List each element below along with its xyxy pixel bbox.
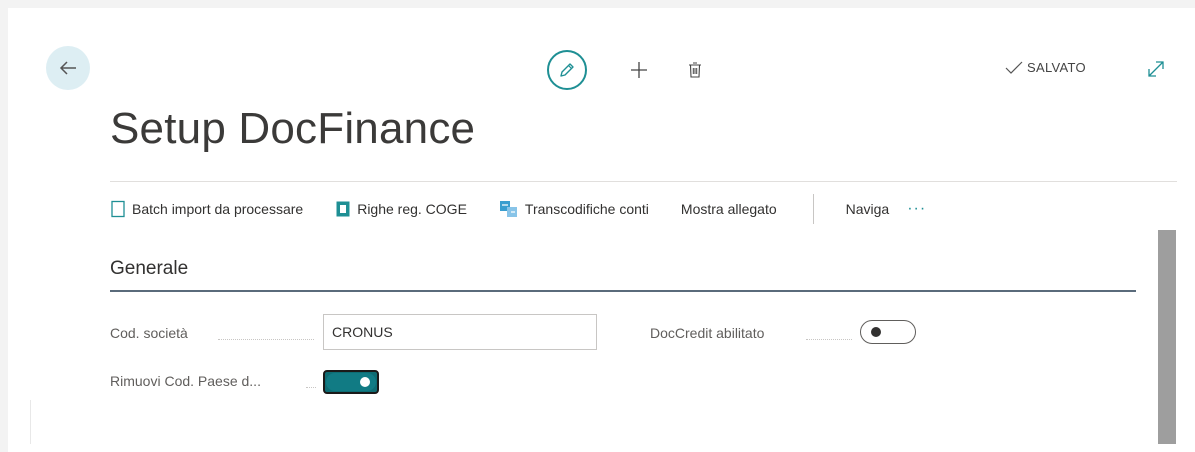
rimuovi-label: Rimuovi Cod. Paese d... bbox=[110, 373, 261, 389]
saved-label: SALVATO bbox=[1027, 60, 1086, 75]
more-actions-button[interactable]: ··· bbox=[907, 200, 926, 218]
doccredit-toggle[interactable] bbox=[860, 320, 916, 344]
section-divider bbox=[110, 290, 1136, 292]
action-label: Batch import da processare bbox=[132, 201, 304, 217]
vertical-scrollbar[interactable] bbox=[1158, 230, 1176, 444]
action-label: Naviga bbox=[845, 201, 890, 217]
field-leader-dots bbox=[806, 338, 852, 340]
header-actions bbox=[547, 48, 715, 92]
plus-icon bbox=[631, 62, 647, 78]
action-label: Righe reg. COGE bbox=[357, 201, 467, 217]
trash-icon bbox=[689, 62, 701, 78]
doccredit-label: DocCredit abilitato bbox=[650, 325, 765, 341]
new-button[interactable] bbox=[619, 50, 659, 90]
transcode-icon bbox=[499, 201, 517, 217]
action-batch-import[interactable]: Batch import da processare bbox=[110, 200, 303, 218]
action-transcodifiche[interactable]: Transcodifiche conti bbox=[499, 200, 649, 218]
action-label: Mostra allegato bbox=[680, 201, 777, 217]
action-label: Transcodifiche conti bbox=[524, 201, 649, 217]
field-leader-dots bbox=[306, 386, 316, 388]
back-button[interactable] bbox=[46, 46, 90, 90]
action-naviga[interactable]: Naviga bbox=[846, 201, 890, 217]
checkmark-icon bbox=[1005, 61, 1023, 74]
cod-societa-input[interactable]: CRONUS bbox=[323, 314, 597, 350]
page-title: Setup DocFinance bbox=[110, 104, 476, 153]
action-mostra-allegato[interactable]: Mostra allegato bbox=[681, 201, 777, 217]
cod-societa-label: Cod. società bbox=[110, 325, 188, 341]
action-bar: Batch import da processare Righe reg. CO… bbox=[110, 181, 1177, 236]
toggle-knob bbox=[871, 327, 881, 337]
edit-button[interactable] bbox=[547, 50, 587, 90]
panel-edge bbox=[30, 400, 31, 444]
expand-button[interactable] bbox=[1143, 56, 1169, 82]
saved-status: SALVATO bbox=[1005, 60, 1086, 75]
pencil-icon bbox=[560, 63, 574, 77]
toggle-knob bbox=[360, 377, 370, 387]
action-righe-coge[interactable]: Righe reg. COGE bbox=[335, 200, 467, 218]
document-outline-icon bbox=[111, 200, 125, 218]
action-separator bbox=[812, 194, 814, 224]
rimuovi-toggle[interactable] bbox=[323, 370, 379, 394]
expand-icon bbox=[1148, 61, 1164, 77]
arrow-left-icon bbox=[59, 61, 76, 75]
ledger-icon bbox=[336, 201, 350, 217]
field-leader-dots bbox=[218, 338, 314, 340]
delete-button[interactable] bbox=[675, 50, 715, 90]
section-title-generale[interactable]: Generale bbox=[110, 258, 188, 280]
